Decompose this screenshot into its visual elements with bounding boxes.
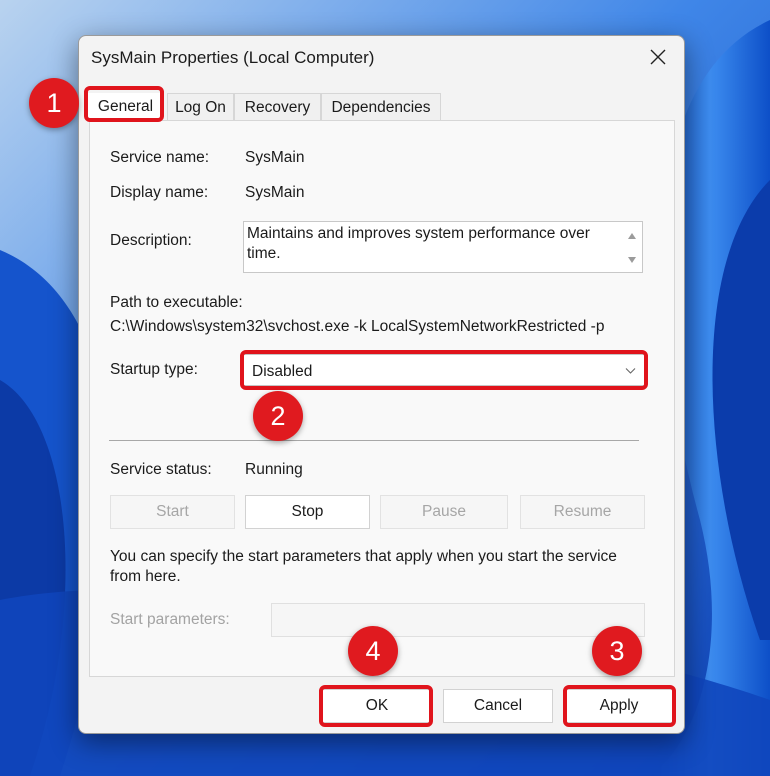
scroll-up-icon[interactable]: [628, 233, 636, 239]
scroll-down-icon[interactable]: [628, 257, 636, 263]
description-field[interactable]: Maintains and improves system performanc…: [243, 221, 643, 273]
tab-log-on[interactable]: Log On: [167, 93, 234, 121]
start-parameters-label: Start parameters:: [110, 611, 230, 628]
description-text: Maintains and improves system performanc…: [247, 225, 590, 262]
service-status-value: Running: [245, 461, 303, 478]
step-badge-2: 2: [253, 391, 303, 441]
start-parameters-input[interactable]: [271, 603, 645, 637]
section-divider: [109, 440, 639, 441]
service-status-label: Service status:: [110, 461, 212, 478]
startup-type-value: Disabled: [252, 363, 313, 380]
apply-button[interactable]: Apply: [564, 689, 674, 723]
dialog-title: SysMain Properties (Local Computer): [91, 48, 375, 67]
close-button[interactable]: [640, 42, 676, 72]
path-value: C:\Windows\system32\svchost.exe -k Local…: [110, 318, 605, 335]
path-label: Path to executable:: [110, 294, 243, 311]
close-icon: [650, 49, 666, 65]
startup-type-label: Startup type:: [110, 361, 198, 378]
tab-general[interactable]: General: [88, 93, 163, 121]
ok-button[interactable]: OK: [322, 689, 432, 723]
cancel-button[interactable]: Cancel: [443, 689, 553, 723]
service-name-label: Service name:: [110, 149, 210, 166]
start-button[interactable]: Start: [110, 495, 235, 529]
service-name-value: SysMain: [245, 149, 305, 166]
start-parameters-hint: You can specify the start parameters tha…: [110, 548, 617, 585]
stop-button[interactable]: Stop: [245, 495, 370, 529]
display-name-label: Display name:: [110, 184, 209, 201]
step-badge-4: 4: [348, 626, 398, 676]
display-name-value: SysMain: [245, 184, 305, 201]
startup-type-select[interactable]: Disabled: [241, 354, 645, 386]
description-label: Description:: [110, 232, 192, 249]
pause-button[interactable]: Pause: [380, 495, 508, 529]
step-badge-3: 3: [592, 626, 642, 676]
general-tab-panel: [89, 120, 675, 677]
resume-button[interactable]: Resume: [520, 495, 645, 529]
chevron-down-icon: [625, 368, 636, 374]
tab-dependencies[interactable]: Dependencies: [321, 93, 441, 121]
description-scrollbar[interactable]: [622, 222, 642, 272]
tab-recovery[interactable]: Recovery: [234, 93, 321, 121]
step-badge-1: 1: [29, 78, 79, 128]
